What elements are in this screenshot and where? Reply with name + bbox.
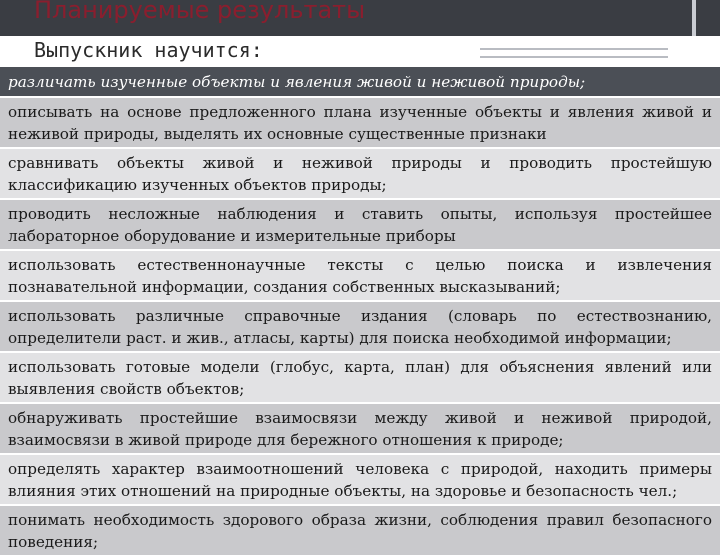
table-row: использовать естественнонаучные тексты с… — [0, 251, 720, 302]
title-accent-bar — [692, 0, 696, 36]
table-row: использовать различные справочные издани… — [0, 302, 720, 353]
table-row: понимать необходимость здорового образа … — [0, 506, 720, 557]
table-row: обнаруживать простейшие взаимосвязи межд… — [0, 404, 720, 455]
slide-title: Планируемые результаты — [34, 0, 366, 24]
decorative-rule-bottom — [480, 56, 668, 58]
table-header-row: различать изученные объекты и явления жи… — [0, 67, 720, 98]
outcomes-table: различать изученные объекты и явления жи… — [0, 67, 720, 557]
table-row: использовать готовые модели (глобус, кар… — [0, 353, 720, 404]
decorative-rule-top — [480, 48, 668, 50]
slide-subtitle: Выпускник научится: — [34, 38, 263, 62]
table-row: определять характер взаимоотношений чело… — [0, 455, 720, 506]
table-row: описывать на основе предложенного плана … — [0, 98, 720, 149]
table-row: проводить несложные наблюдения и ставить… — [0, 200, 720, 251]
table-row: сравнивать объекты живой и неживой приро… — [0, 149, 720, 200]
